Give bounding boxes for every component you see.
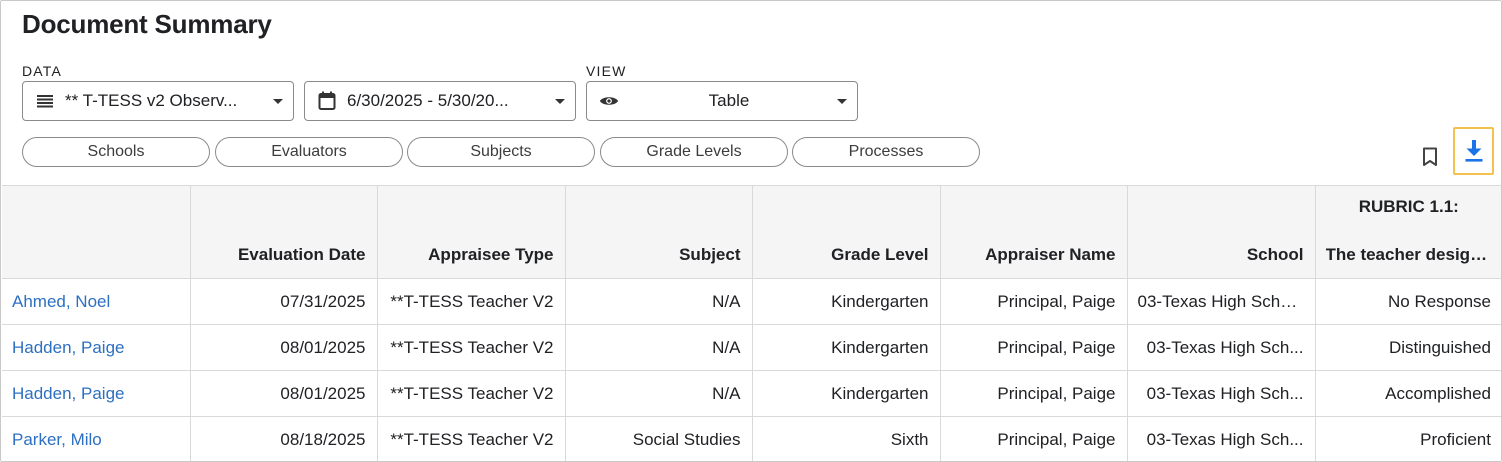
- rubric-score-cell: Proficient: [1315, 416, 1501, 461]
- column-header-name[interactable]: [2, 185, 191, 279]
- appraisee-type-cell: **T-TESS Teacher V2: [377, 416, 566, 461]
- view-section-label: VIEW: [586, 63, 627, 79]
- column-header-school[interactable]: School: [1127, 185, 1316, 279]
- appraiser-name-cell: Principal, Paige: [940, 370, 1128, 417]
- list-icon: [35, 91, 55, 111]
- chevron-down-icon: [837, 98, 847, 104]
- filter-chip-schools[interactable]: Schools: [22, 137, 210, 167]
- data-section-label: DATA: [22, 63, 63, 79]
- filter-chip-grade-levels[interactable]: Grade Levels: [600, 137, 788, 167]
- eye-icon: [599, 91, 619, 111]
- appraisee-name-link[interactable]: Parker, Milo: [2, 416, 191, 461]
- grade-level-cell: Sixth: [752, 416, 941, 461]
- view-select[interactable]: Table: [586, 81, 858, 121]
- appraisee-name-link[interactable]: Hadden, Paige: [2, 324, 191, 371]
- rubric-score-cell: Accomplished: [1315, 370, 1501, 417]
- download-icon: [1465, 140, 1482, 162]
- filter-chip-subjects[interactable]: Subjects: [407, 137, 595, 167]
- table-row: Ahmed, Noel 07/31/2025 **T-TESS Teacher …: [2, 278, 1501, 325]
- rubric-header-code: RUBRIC 1.1:: [1358, 197, 1459, 216]
- table-row: Parker, Milo 08/18/2025 **T-TESS Teacher…: [2, 416, 1501, 461]
- rubric-score-cell: Distinguished: [1315, 324, 1501, 371]
- grade-level-cell: Kindergarten: [752, 370, 941, 417]
- appraisee-type-cell: **T-TESS Teacher V2: [377, 324, 566, 371]
- bookmark-icon: [1423, 147, 1437, 166]
- chevron-down-icon: [273, 98, 283, 104]
- column-header-appraisee-type[interactable]: Appraisee Type: [377, 185, 566, 279]
- appraisee-type-cell: **T-TESS Teacher V2: [377, 370, 566, 417]
- calendar-icon: [317, 91, 337, 111]
- rubric-score-cell: No Response: [1315, 278, 1501, 325]
- date-range-value: 6/30/2025 - 5/30/20...: [347, 91, 509, 110]
- download-button[interactable]: [1453, 127, 1494, 175]
- column-header-appraiser-name[interactable]: Appraiser Name: [940, 185, 1128, 279]
- school-cell: 03-Texas High Sch...: [1127, 324, 1316, 371]
- document-summary-panel: Document Summary DATA VIEW ** T-TESS v2 …: [0, 0, 1502, 462]
- evaluation-date-cell: 08/18/2025: [190, 416, 378, 461]
- subject-cell: N/A: [565, 370, 753, 417]
- appraiser-name-cell: Principal, Paige: [940, 278, 1128, 325]
- page-title: Document Summary: [22, 9, 272, 39]
- evaluation-date-cell: 08/01/2025: [190, 370, 378, 417]
- appraiser-name-cell: Principal, Paige: [940, 324, 1128, 371]
- table-row: Hadden, Paige 08/01/2025 **T-TESS Teache…: [2, 370, 1501, 417]
- column-header-evaluation-date[interactable]: Evaluation Date: [190, 185, 378, 279]
- table-row: Hadden, Paige 08/01/2025 **T-TESS Teache…: [2, 324, 1501, 371]
- appraisee-type-cell: **T-TESS Teacher V2: [377, 278, 566, 325]
- chevron-down-icon: [555, 98, 565, 104]
- filter-chip-processes[interactable]: Processes: [792, 137, 980, 167]
- evaluation-date-cell: 08/01/2025: [190, 324, 378, 371]
- subject-cell: N/A: [565, 278, 753, 325]
- subject-cell: N/A: [565, 324, 753, 371]
- school-cell: 03-Texas High Scho...: [1127, 278, 1316, 325]
- rubric-header-description: The teacher design...: [1325, 245, 1493, 264]
- table-header-row: Evaluation Date Appraisee Type Subject G…: [2, 185, 1501, 279]
- school-cell: 03-Texas High Sch...: [1127, 416, 1316, 461]
- appraisee-name-link[interactable]: Hadden, Paige: [2, 370, 191, 417]
- grade-level-cell: Kindergarten: [752, 278, 941, 325]
- bookmark-button[interactable]: [1419, 145, 1441, 169]
- appraisee-name-link[interactable]: Ahmed, Noel: [2, 278, 191, 325]
- view-select-value: Table: [708, 91, 750, 110]
- filter-chip-evaluators[interactable]: Evaluators: [215, 137, 403, 167]
- column-header-subject[interactable]: Subject: [565, 185, 753, 279]
- column-header-rubric[interactable]: RUBRIC 1.1: The teacher design...: [1315, 185, 1501, 279]
- document-summary-table: Evaluation Date Appraisee Type Subject G…: [2, 185, 1501, 461]
- subject-cell: Social Studies: [565, 416, 753, 461]
- evaluation-date-cell: 07/31/2025: [190, 278, 378, 325]
- date-range-select[interactable]: 6/30/2025 - 5/30/20...: [304, 81, 576, 121]
- data-select-value: ** T-TESS v2 Observ...: [65, 91, 238, 110]
- appraiser-name-cell: Principal, Paige: [940, 416, 1128, 461]
- grade-level-cell: Kindergarten: [752, 324, 941, 371]
- school-cell: 03-Texas High Sch...: [1127, 370, 1316, 417]
- data-select[interactable]: ** T-TESS v2 Observ...: [22, 81, 294, 121]
- column-header-grade-level[interactable]: Grade Level: [752, 185, 941, 279]
